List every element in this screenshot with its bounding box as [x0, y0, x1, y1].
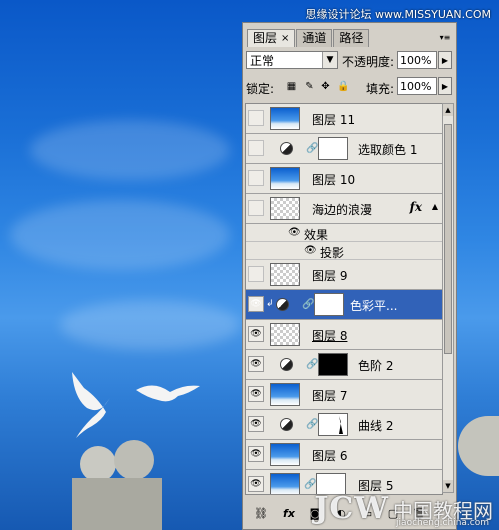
close-icon[interactable]: × [281, 30, 289, 47]
eye-icon[interactable]: 👁 [248, 386, 264, 402]
fill-slider-button[interactable]: ▶ [438, 77, 452, 95]
panel-tabs: 图层 × 通道 路径 [247, 29, 370, 47]
chevron-down-icon: ▼ [322, 52, 337, 68]
layer-row[interactable]: 👁 图层 8 [246, 320, 442, 350]
cloud [60, 300, 240, 350]
layer-thumbnail [270, 197, 300, 220]
adjustment-icon [280, 142, 293, 155]
fx-icon[interactable]: fx [410, 200, 422, 214]
layer-row[interactable]: 👁 图层 7 [246, 380, 442, 410]
layer-row[interactable]: 图层 10 [246, 164, 442, 194]
stone-ball [80, 446, 116, 482]
eye-icon[interactable]: 👁 [248, 476, 264, 492]
layer-thumbnail [270, 167, 300, 190]
link-icon[interactable]: ⛓ [253, 507, 269, 520]
eye-icon[interactable]: 👁 [248, 296, 264, 312]
link-icon: 🔗 [306, 143, 319, 154]
lock-label: 锁定: [246, 82, 275, 96]
layer-row[interactable]: 图层 9 [246, 260, 442, 290]
stone-pillar [72, 478, 162, 530]
fill-input[interactable]: 100% [397, 77, 437, 95]
watermark-top: 思缘设计论坛 www.MISSYUAN.COM [305, 8, 491, 21]
layers-list: 图层 11 🔗 选取颜色 1 图层 10 海边的浪漫 fx ▲ 👁 效果 👁 投… [245, 103, 443, 495]
mask-thumbnail [318, 353, 348, 376]
dove-image [72, 372, 110, 438]
opacity-input[interactable]: 100% [397, 51, 437, 69]
adjustment-icon [276, 298, 289, 311]
blend-mode-select[interactable]: 正常 ▼ [246, 51, 338, 69]
cloud [10, 200, 230, 270]
layer-thumbnail [270, 383, 300, 406]
layer-row[interactable]: 👁 图层 6 [246, 440, 442, 470]
scroll-up-icon[interactable]: ▲ [443, 104, 453, 116]
mask-thumbnail [318, 413, 348, 436]
lock-transparent-icon[interactable]: ▦ [286, 81, 297, 92]
visibility-toggle[interactable] [248, 266, 264, 282]
layer-row[interactable]: 👁 🔗 色阶 2 [246, 350, 442, 380]
eye-icon[interactable]: 👁 [248, 356, 264, 372]
eye-icon[interactable]: 👁 [288, 227, 301, 238]
link-icon: 🔗 [302, 299, 315, 310]
scroll-thumb[interactable] [444, 124, 452, 354]
adjustment-icon [280, 358, 293, 371]
cloud [30, 120, 230, 180]
tab-layers[interactable]: 图层 × [247, 29, 296, 47]
lock-fill-row: 锁定: ▦ ✎ ✥ 🔒 填充: 100% ▶ [246, 77, 452, 97]
link-icon: 🔗 [306, 419, 319, 430]
fx-icon[interactable]: fx [281, 507, 297, 520]
layer-thumbnail [270, 263, 300, 286]
curve-mask-icon [339, 416, 343, 434]
layer-row[interactable]: 🔗 选取颜色 1 [246, 134, 442, 164]
link-icon: 🔗 [306, 359, 319, 370]
visibility-toggle[interactable] [248, 170, 264, 186]
clip-arrow-icon: ↲ [266, 299, 274, 309]
tab-channels[interactable]: 通道 [296, 29, 333, 47]
opacity-slider-button[interactable]: ▶ [438, 51, 452, 69]
mask-thumbnail [318, 137, 348, 160]
expand-icon[interactable]: ▲ [432, 202, 438, 211]
layer-thumbnail [270, 107, 300, 130]
eye-icon[interactable]: 👁 [248, 446, 264, 462]
blend-opacity-row: 正常 ▼ 不透明度: 100% ▶ [246, 51, 452, 71]
fill-label: 填充: [366, 82, 395, 96]
effect-row[interactable]: 👁 投影 [246, 242, 442, 260]
dove-image [136, 385, 200, 402]
layers-scrollbar[interactable]: ▲ ▼ [442, 103, 454, 493]
lock-all-icon[interactable]: 🔒 [337, 81, 349, 92]
layers-panel: 图层 × 通道 路径 ▾≡ 正常 ▼ 不透明度: 100% ▶ 锁定: ▦ ✎ … [242, 22, 457, 530]
lock-brush-icon[interactable]: ✎ [304, 81, 315, 92]
link-icon: 🔗 [304, 479, 317, 490]
panel-menu-icon[interactable]: ▾≡ [438, 33, 452, 43]
layer-row[interactable]: 图层 11 [246, 104, 442, 134]
visibility-toggle[interactable] [248, 140, 264, 156]
stone-ball [458, 416, 499, 476]
effects-row[interactable]: 👁 效果 [246, 224, 442, 242]
stone-ball [114, 440, 154, 480]
visibility-toggle[interactable] [248, 110, 264, 126]
layer-row[interactable]: 👁 🔗 曲线 2 [246, 410, 442, 440]
layer-row[interactable]: 海边的浪漫 fx ▲ [246, 194, 442, 224]
layer-thumbnail [270, 473, 300, 494]
layer-row-selected[interactable]: 👁 ↲ 🔗 色彩平... [246, 290, 442, 320]
watermark-bottom: JCW 中国教程网 jiaocheng.china.com [314, 491, 493, 528]
mask-thumbnail [314, 293, 344, 316]
adjustment-icon [280, 418, 293, 431]
layer-thumbnail [270, 443, 300, 466]
visibility-toggle[interactable] [248, 200, 264, 216]
eye-icon[interactable]: 👁 [248, 326, 264, 342]
tab-paths[interactable]: 路径 [333, 29, 370, 47]
lock-move-icon[interactable]: ✥ [320, 81, 331, 92]
eye-icon[interactable]: 👁 [248, 416, 264, 432]
opacity-label: 不透明度: [342, 55, 395, 69]
eye-icon[interactable]: 👁 [304, 245, 317, 256]
layer-thumbnail [270, 323, 300, 346]
